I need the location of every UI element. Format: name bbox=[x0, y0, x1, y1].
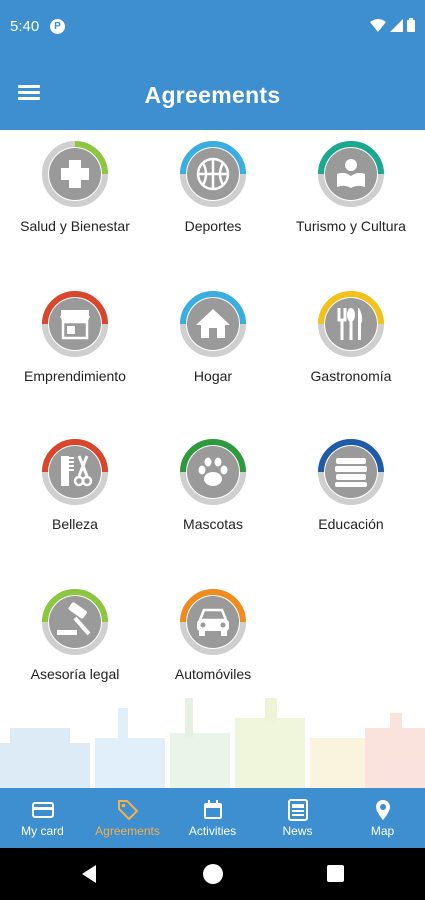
calendar-icon bbox=[203, 800, 222, 819]
home-icon[interactable] bbox=[203, 864, 223, 884]
comb-scissors-icon bbox=[42, 439, 108, 505]
health-cross-icon bbox=[42, 141, 108, 207]
category-label: Salud y Bienestar bbox=[20, 218, 130, 234]
category-belleza[interactable]: Belleza bbox=[4, 428, 146, 548]
category-label: Gastronomía bbox=[310, 368, 392, 384]
map-pin-icon bbox=[375, 800, 390, 820]
gavel-icon bbox=[42, 589, 108, 655]
category-automoviles[interactable]: Automóviles bbox=[142, 578, 284, 698]
battery-icon bbox=[407, 18, 415, 32]
nav-label: News bbox=[282, 824, 313, 838]
status-indicators bbox=[370, 18, 415, 32]
tag-icon bbox=[117, 800, 138, 821]
cutlery-icon bbox=[318, 291, 384, 357]
category-label: Asesoría legal bbox=[30, 666, 120, 682]
category-turismo-y-cultura[interactable]: Turismo y Cultura bbox=[280, 130, 422, 250]
city-skyline-illustration bbox=[0, 698, 425, 788]
page-title: Agreements bbox=[144, 82, 281, 108]
nav-activities[interactable]: Activities bbox=[170, 788, 255, 848]
category-label: Hogar bbox=[193, 368, 233, 384]
recent-apps-icon[interactable] bbox=[327, 865, 344, 882]
category-label: Automóviles bbox=[174, 666, 252, 682]
category-emprendimiento[interactable]: Emprendimiento bbox=[4, 280, 146, 400]
status-time: 5:40 bbox=[10, 18, 40, 35]
category-label: Belleza bbox=[52, 516, 98, 532]
book-reader-icon bbox=[318, 141, 384, 207]
status-bar: 5:40 P bbox=[0, 0, 425, 56]
app-header: Agreements bbox=[0, 56, 425, 130]
category-label: Deportes bbox=[184, 218, 242, 234]
category-hogar[interactable]: Hogar bbox=[142, 280, 284, 400]
paw-icon bbox=[180, 439, 246, 505]
category-deportes[interactable]: Deportes bbox=[142, 130, 284, 250]
nav-news[interactable]: News bbox=[255, 788, 340, 848]
notification-app-icon: P bbox=[50, 19, 65, 34]
nav-label: My card bbox=[21, 824, 64, 838]
category-mascotas[interactable]: Mascotas bbox=[142, 428, 284, 548]
nav-label: Activities bbox=[188, 824, 237, 838]
bottom-navigation: My card Agreements Activities News Map bbox=[0, 788, 425, 848]
category-asesoria-legal[interactable]: Asesoría legal bbox=[4, 578, 146, 698]
card-icon bbox=[31, 802, 54, 818]
category-label: Educación bbox=[318, 516, 384, 532]
system-navigation-bar bbox=[0, 848, 425, 900]
signal-icon bbox=[390, 18, 403, 32]
back-icon[interactable] bbox=[80, 864, 98, 884]
nav-label: Agreements bbox=[95, 824, 160, 838]
storefront-icon bbox=[42, 291, 108, 357]
category-label: Mascotas bbox=[183, 516, 243, 532]
car-icon bbox=[180, 589, 246, 655]
category-label: Emprendimiento bbox=[24, 368, 126, 384]
newspaper-icon bbox=[287, 799, 308, 821]
basketball-icon bbox=[180, 141, 246, 207]
nav-my-card[interactable]: My card bbox=[0, 788, 85, 848]
nav-label: Map bbox=[370, 824, 395, 838]
category-salud-y-bienestar[interactable]: Salud y Bienestar bbox=[4, 130, 146, 250]
house-icon bbox=[180, 291, 246, 357]
wifi-icon bbox=[370, 18, 386, 32]
category-educacion[interactable]: Educación bbox=[280, 428, 422, 548]
category-label: Turismo y Cultura bbox=[296, 218, 406, 234]
books-stack-icon bbox=[318, 439, 384, 505]
nav-map[interactable]: Map bbox=[340, 788, 425, 848]
category-gastronomia[interactable]: Gastronomía bbox=[280, 280, 422, 400]
nav-agreements[interactable]: Agreements bbox=[85, 788, 170, 848]
agreements-content[interactable]: Salud y Bienestar Deportes Turismo y Cul… bbox=[0, 130, 425, 788]
